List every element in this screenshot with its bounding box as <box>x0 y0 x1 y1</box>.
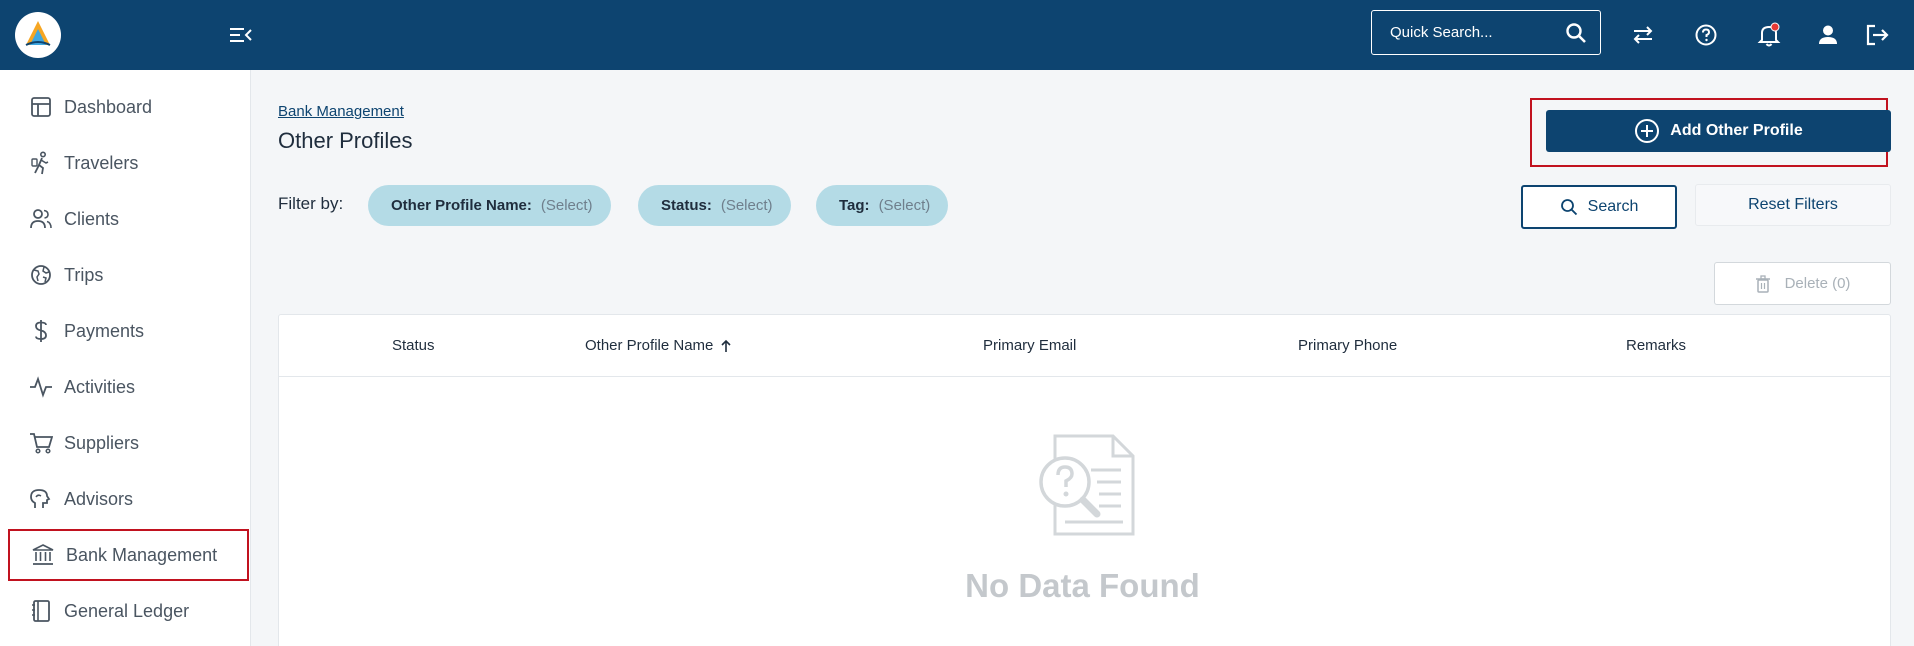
advisor-icon <box>28 486 54 512</box>
filter-chip-status[interactable]: Status: (Select) <box>638 185 791 226</box>
column-header-remarks[interactable]: Remarks <box>1626 337 1686 354</box>
add-other-profile-label: Add Other Profile <box>1670 122 1803 139</box>
column-header-label: Primary Email <box>983 337 1077 354</box>
sidebar-item-label: Trips <box>64 264 104 285</box>
sidebar-item-label: General Ledger <box>64 600 190 621</box>
add-circle-icon <box>1635 119 1660 143</box>
search-button-label: Search <box>1587 198 1639 215</box>
cart-icon <box>28 430 54 456</box>
sidebar-item-label: Bank Management <box>66 544 218 565</box>
filter-chip-tag[interactable]: Tag: (Select) <box>816 185 949 226</box>
sidebar-item-trips[interactable]: Trips <box>8 251 249 299</box>
logout-icon[interactable] <box>1862 20 1892 50</box>
column-header-label: Remarks <box>1626 337 1687 354</box>
no-data-message: No Data Found <box>965 567 1200 604</box>
filter-chip-key: Status: <box>661 197 712 214</box>
dollar-icon <box>28 318 54 344</box>
column-header-status[interactable]: Status <box>392 337 435 354</box>
sidebar-item-activities[interactable]: Activities <box>8 363 249 411</box>
traveler-icon <box>28 150 54 176</box>
clients-icon <box>28 206 54 232</box>
sidebar-item-clients[interactable]: Clients <box>8 195 249 243</box>
column-header-primary-phone[interactable]: Primary Phone <box>1298 337 1397 354</box>
no-data-document-icon <box>1039 434 1135 536</box>
sidebar-item-advisors[interactable]: Advisors <box>8 475 249 523</box>
bank-icon <box>30 542 56 568</box>
table-header: Status Other Profile Name Primary Email … <box>279 315 1890 377</box>
column-header-label: Other Profile Name <box>585 337 714 354</box>
add-other-profile-button[interactable]: Add Other Profile <box>1546 110 1891 152</box>
filter-chip-value: (Select) <box>878 197 931 214</box>
delete-button[interactable]: Delete (0) <box>1714 262 1891 305</box>
sidebar-item-label: Clients <box>64 208 120 229</box>
top-bar <box>0 0 1914 70</box>
sidebar-item-travelers[interactable]: Travelers <box>8 139 249 187</box>
sidebar-item-general-ledger[interactable]: General Ledger <box>8 587 249 635</box>
sidebar-item-label: Suppliers <box>64 432 140 453</box>
activity-icon <box>28 374 54 400</box>
bell-icon[interactable] <box>1754 20 1784 50</box>
reset-filters-button[interactable]: Reset Filters <box>1695 184 1891 226</box>
trash-icon <box>1755 274 1770 293</box>
sort-ascending-icon <box>721 339 731 352</box>
swap-icon[interactable] <box>1628 20 1658 50</box>
search-button[interactable]: Search <box>1521 185 1677 229</box>
filter-chip-other-profile-name[interactable]: Other Profile Name: (Select) <box>368 185 611 226</box>
dashboard-icon <box>28 94 54 120</box>
app-logo[interactable] <box>15 12 61 58</box>
breadcrumb-bank-management[interactable]: Bank Management <box>278 103 404 120</box>
sidebar-item-label: Dashboard <box>64 96 153 117</box>
sidebar-item-suppliers[interactable]: Suppliers <box>8 419 249 467</box>
sidebar-item-label: Payments <box>64 320 145 341</box>
sidebar: Dashboard Travelers Clients Trips Paymen… <box>0 70 251 646</box>
quick-search-box <box>1371 10 1601 55</box>
sidebar-item-bank-management[interactable]: Bank Management <box>8 529 249 581</box>
user-icon[interactable] <box>1813 20 1843 50</box>
page-title: Other Profiles <box>278 128 413 153</box>
column-header-label: Primary Phone <box>1298 337 1398 354</box>
column-header-label: Status <box>392 337 435 354</box>
filter-chip-value: (Select) <box>720 197 773 214</box>
column-header-other-profile-name[interactable]: Other Profile Name <box>585 337 733 354</box>
delete-button-label: Delete (0) <box>1784 275 1851 292</box>
ledger-icon <box>28 598 54 624</box>
sidebar-item-label: Advisors <box>64 488 134 509</box>
search-icon <box>1560 199 1577 216</box>
filter-chip-key: Other Profile Name: <box>391 197 532 214</box>
filter-chip-key: Tag: <box>839 197 870 214</box>
quick-search-input[interactable] <box>1390 24 1555 41</box>
column-header-primary-email[interactable]: Primary Email <box>983 337 1076 354</box>
filter-label: Filter by: <box>278 194 344 213</box>
sidebar-item-label: Travelers <box>64 152 139 173</box>
filter-chip-value: (Select) <box>540 197 593 214</box>
sidebar-item-payments[interactable]: Payments <box>8 307 249 355</box>
search-icon[interactable] <box>1564 21 1588 45</box>
sidebar-item-label: Activities <box>64 376 136 397</box>
profiles-table: Status Other Profile Name Primary Email … <box>278 314 1891 646</box>
sidebar-item-dashboard[interactable]: Dashboard <box>8 83 249 131</box>
logo-icon <box>25 21 51 46</box>
menu-toggle-icon[interactable] <box>228 22 254 48</box>
globe-icon <box>28 262 54 288</box>
help-icon[interactable] <box>1691 20 1721 50</box>
